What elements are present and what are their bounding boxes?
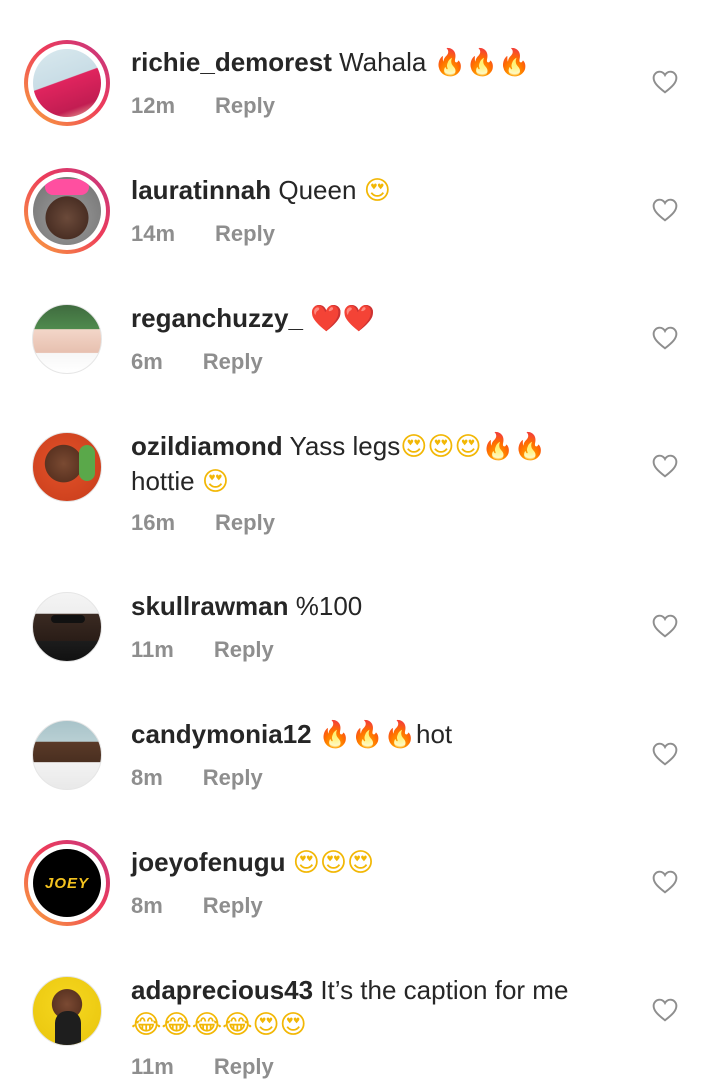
comment-username[interactable]: skullrawman xyxy=(131,591,289,621)
reply-button[interactable]: Reply xyxy=(215,510,275,536)
avatar[interactable] xyxy=(24,40,110,126)
heart-outline-icon[interactable] xyxy=(652,198,678,222)
fire-emoji: 🔥🔥🔥 xyxy=(318,720,416,750)
reply-button[interactable]: Reply xyxy=(203,349,263,375)
reply-button[interactable]: Reply xyxy=(203,765,263,791)
avatar[interactable] xyxy=(24,712,110,798)
heart-outline-icon[interactable] xyxy=(652,742,678,766)
comment-text: %100 xyxy=(295,591,363,621)
heart-outline-icon[interactable] xyxy=(652,454,678,478)
emoji-group: 😍😍😍🔥🔥 xyxy=(400,432,547,462)
reply-button[interactable]: Reply xyxy=(214,1054,274,1080)
heart-outline-icon[interactable] xyxy=(652,998,678,1022)
heart-outline-icon[interactable] xyxy=(652,70,678,94)
reply-button[interactable]: Reply xyxy=(215,93,275,119)
heart-outline-icon[interactable] xyxy=(652,614,678,638)
comment-text: hot xyxy=(416,719,453,749)
emoji-group: 😂😂😂😂😍😍 xyxy=(131,1010,307,1040)
comment-text: Wahala xyxy=(339,47,427,77)
comment-username[interactable]: ozildiamond xyxy=(131,431,283,461)
avatar[interactable] xyxy=(24,296,110,382)
reply-button[interactable]: Reply xyxy=(203,893,263,919)
comment-username[interactable]: lauratinnah xyxy=(131,175,271,205)
reply-button[interactable]: Reply xyxy=(214,637,274,663)
fire-emoji: 🔥🔥🔥 xyxy=(433,48,531,78)
comment-time: 8m xyxy=(131,893,163,918)
comment-text-line2: hottie xyxy=(131,466,195,496)
reply-button[interactable]: Reply xyxy=(215,221,275,247)
avatar[interactable]: JOEY xyxy=(24,840,110,926)
comment-username[interactable]: candymonia12 xyxy=(131,719,312,749)
comment-text: Queen xyxy=(278,175,357,205)
avatar[interactable] xyxy=(24,424,110,510)
avatar[interactable] xyxy=(24,168,110,254)
comment-time: 11m xyxy=(131,1054,174,1079)
comment-username[interactable]: reganchuzzy_ xyxy=(131,303,303,333)
comment-text: It’s the caption for me xyxy=(320,975,569,1005)
comment-time: 14m xyxy=(131,221,176,246)
heart-outline-icon[interactable] xyxy=(652,326,678,350)
comment-time: 16m xyxy=(131,510,176,535)
heart-eyes-emoji: 😍 xyxy=(201,467,229,497)
avatar[interactable] xyxy=(24,584,110,670)
heart-eyes-emoji: 😍 xyxy=(363,176,391,206)
comment-text: Yass legs xyxy=(289,431,401,461)
joey-logo: JOEY xyxy=(33,849,101,917)
comment-username[interactable]: joeyofenugu xyxy=(131,847,286,877)
comment-username[interactable]: adaprecious43 xyxy=(131,975,313,1005)
comment-time: 11m xyxy=(131,637,174,662)
heart-eyes-emoji: 😍😍😍 xyxy=(292,848,375,878)
red-heart-emoji: ❤️❤️ xyxy=(310,304,375,334)
avatar[interactable] xyxy=(24,968,110,1054)
comment-username[interactable]: richie_demorest xyxy=(131,47,332,77)
comment-time: 6m xyxy=(131,349,163,374)
comment-time: 12m xyxy=(131,93,176,118)
comment-time: 8m xyxy=(131,765,163,790)
heart-outline-icon[interactable] xyxy=(652,870,678,894)
